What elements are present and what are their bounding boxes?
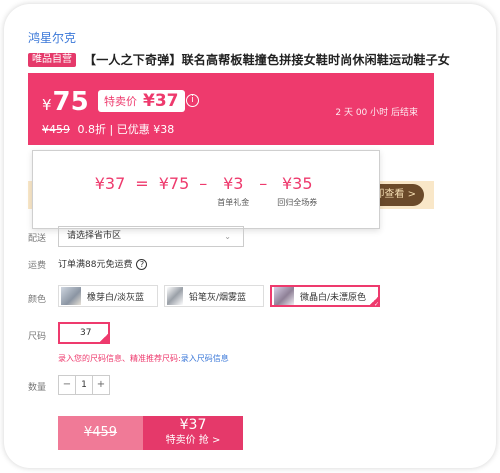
price-banner: ¥ 75 特卖价 ¥37 i ¥459 0.8折 | 已优惠 ¥38 2 天 0… xyxy=(28,73,434,145)
color-thumbnail xyxy=(167,287,183,305)
color-label: 颜色 xyxy=(28,295,47,305)
quantity-value[interactable]: 1 xyxy=(75,376,93,394)
decrease-button[interactable]: − xyxy=(59,376,75,394)
coupon-caption: 回归全场券 xyxy=(277,198,318,207)
special-price-label: 特卖价 xyxy=(104,95,137,108)
product-card: 鸿星尔克 唯品自营 【一人之下奇弹】联名高帮板鞋撞色拼接女鞋时尚休闲鞋运动鞋子女… xyxy=(4,4,496,468)
base-price: ¥75 xyxy=(158,174,190,193)
gift-value: ¥3 xyxy=(223,174,244,193)
equals-sign: = xyxy=(135,174,149,193)
quantity-label: 数量 xyxy=(28,383,47,393)
gift-caption: 首单礼金 xyxy=(217,198,250,207)
size-hint-text: 录入您的尺码信息、精准推荐尺码: xyxy=(58,354,181,363)
shipping-text: 订单满88元免运费 xyxy=(58,260,133,270)
buy-action-label: 特卖价 抢 > xyxy=(165,435,221,446)
chevron-down-icon: ⌄ xyxy=(224,232,231,241)
selected-check-icon: ✓ xyxy=(98,332,110,344)
size-option-selected[interactable]: 37 ✓ xyxy=(58,322,110,344)
color-option-label: 微晶白/未漂原色 xyxy=(300,292,367,303)
final-price: ¥37 xyxy=(94,174,126,193)
self-operated-badge: 唯品自营 xyxy=(28,52,76,67)
coupon-item: ¥35 回归全场券 xyxy=(277,175,317,208)
address-select[interactable]: 请选择省市区 ⌄ xyxy=(58,226,244,247)
discount-rate: 0.8折 xyxy=(77,123,107,136)
help-icon[interactable]: ? xyxy=(136,259,148,270)
info-icon[interactable]: i xyxy=(186,94,199,107)
special-price-value: ¥37 xyxy=(143,91,179,111)
gift-item: ¥3 首单礼金 xyxy=(217,175,249,208)
price-subline: ¥459 0.8折 | 已优惠 ¥38 xyxy=(42,121,174,137)
shipping-info: 订单满88元免运费? xyxy=(58,257,148,270)
buy-now-button[interactable]: ¥37 特卖价 抢 > xyxy=(143,416,243,450)
special-price-tag: 特卖价 ¥37 xyxy=(98,90,185,112)
size-value: 37 xyxy=(80,328,92,338)
product-title-row: 唯品自营 【一人之下奇弹】联名高帮板鞋撞色拼接女鞋时尚休闲鞋运动鞋子女 xyxy=(28,51,450,68)
shipping-label: 运费 xyxy=(28,261,47,271)
color-option-label: 铅笔灰/烟雾蓝 xyxy=(189,292,247,303)
base-price-item: ¥75 xyxy=(159,175,190,193)
quantity-stepper: − 1 + xyxy=(58,375,110,395)
price-formula: ¥37 = ¥75 – ¥3 首单礼金 – ¥35 回归全场券 xyxy=(33,175,379,208)
size-label: 尺码 xyxy=(28,332,47,342)
size-hint: 录入您的尺码信息、精准推荐尺码:录入尺码信息 xyxy=(58,353,229,364)
coupon-value: ¥35 xyxy=(281,174,313,193)
product-title: 【一人之下奇弹】联名高帮板鞋撞色拼接女鞋时尚休闲鞋运动鞋子女 xyxy=(84,53,451,67)
color-option[interactable]: 橡芽白/淡灰蓝 xyxy=(58,285,158,307)
color-thumbnail xyxy=(274,287,294,305)
price-breakdown-popup: ¥37 = ¥75 – ¥3 首单礼金 – ¥35 回归全场券 xyxy=(32,150,380,229)
currency-symbol: ¥ xyxy=(42,96,52,114)
minus-sign: – xyxy=(259,174,268,193)
current-price: ¥ 75 xyxy=(42,87,89,117)
delivery-label: 配送 xyxy=(28,234,47,244)
minus-sign: – xyxy=(199,174,208,193)
size-entry-link[interactable]: 录入尺码信息 xyxy=(181,354,229,363)
current-price-value: 75 xyxy=(52,87,89,117)
color-option-label: 橡芽白/淡灰蓝 xyxy=(87,292,145,303)
countdown-timer: 2 天 00 小时 后结束 xyxy=(335,108,418,118)
color-option-selected[interactable]: 微晶白/未漂原色 ✓ xyxy=(270,285,380,308)
saved-amount: | 已优惠 ¥38 xyxy=(109,123,175,136)
original-price-button[interactable]: ¥459 xyxy=(58,416,143,450)
final-price-item: ¥37 xyxy=(95,175,126,193)
brand-link[interactable]: 鸿星尔克 xyxy=(28,29,76,46)
color-thumbnail xyxy=(61,287,81,305)
increase-button[interactable]: + xyxy=(93,376,109,394)
address-placeholder: 请选择省市区 xyxy=(67,231,122,241)
buy-price: ¥37 xyxy=(179,417,207,433)
selected-check-icon: ✓ xyxy=(368,295,380,308)
original-price: ¥459 xyxy=(42,123,70,136)
color-option[interactable]: 铅笔灰/烟雾蓝 xyxy=(164,285,264,307)
